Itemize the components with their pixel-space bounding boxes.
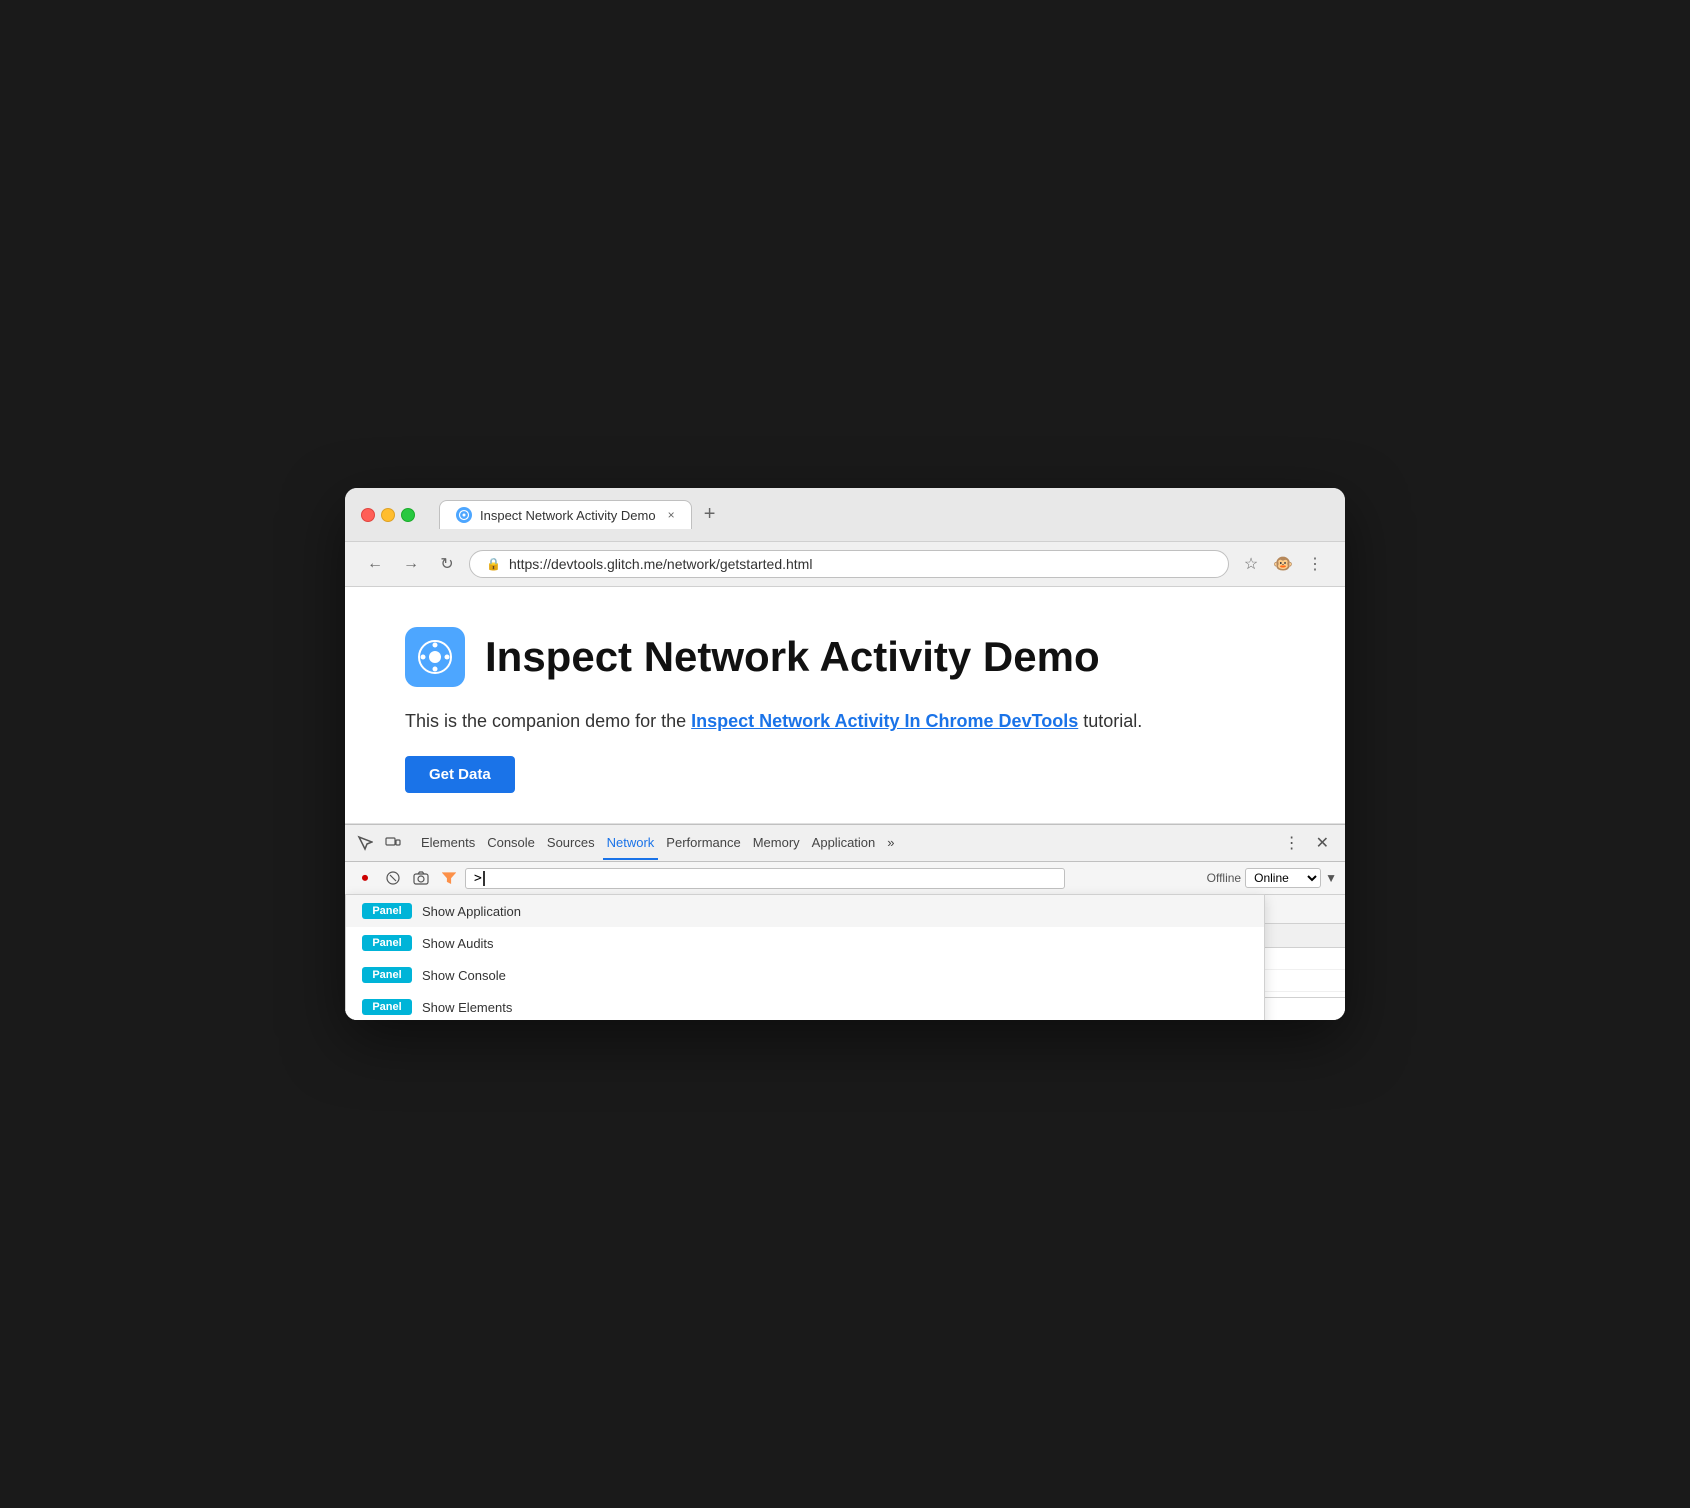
page-content: Inspect Network Activity Demo This is th… [345, 587, 1345, 824]
badge-1: Panel [362, 935, 412, 951]
tab-memory[interactable]: Memory [749, 827, 804, 860]
filter-icon[interactable] [437, 866, 461, 890]
back-button[interactable]: ← [361, 550, 389, 578]
throttle-arrow: ▼ [1325, 871, 1337, 885]
badge-3: Panel [362, 999, 412, 1015]
autocomplete-label-3: Show Elements [422, 1000, 512, 1015]
tab-bar: Inspect Network Activity Demo × + [439, 500, 724, 529]
autocomplete-dropdown: Panel Show Application Panel Show Audits… [345, 894, 1265, 1020]
address-bar: ← → ↻ 🔒 https://devtools.glitch.me/netwo… [345, 542, 1345, 587]
clear-button[interactable] [381, 866, 405, 890]
maximize-window-button[interactable] [401, 508, 415, 522]
page-description: This is the companion demo for the Inspe… [405, 711, 1285, 732]
forward-button[interactable]: → [397, 550, 425, 578]
autocomplete-label-0: Show Application [422, 904, 521, 919]
get-data-button[interactable]: Get Data [405, 756, 515, 793]
console-input[interactable]: > [465, 868, 1065, 889]
close-window-button[interactable] [361, 508, 375, 522]
autocomplete-label-2: Show Console [422, 968, 506, 983]
url-domain: devtools.glitch.me [551, 556, 663, 572]
minimize-window-button[interactable] [381, 508, 395, 522]
description-end: tutorial. [1078, 711, 1142, 731]
new-tab-button[interactable]: + [696, 501, 724, 529]
tab-title: Inspect Network Activity Demo [480, 508, 656, 523]
glitch-logo [405, 627, 465, 687]
camera-button[interactable] [409, 866, 433, 890]
title-bar: Inspect Network Activity Demo × + [345, 488, 1345, 542]
autocomplete-item-2[interactable]: Panel Show Console [346, 959, 1264, 991]
devtools-more-button[interactable]: ⋮ [1276, 825, 1308, 861]
autocomplete-label-1: Show Audits [422, 936, 494, 951]
devtools-close-button[interactable]: ✕ [1308, 825, 1337, 861]
tab-console[interactable]: Console [483, 827, 539, 860]
device-toolbar-icon[interactable] [381, 831, 405, 855]
more-options-button[interactable]: ⋮ [1301, 550, 1329, 578]
devtools-icons [353, 831, 405, 855]
lock-icon: 🔒 [486, 557, 501, 571]
tab-favicon [456, 507, 472, 523]
network-toolbar: ⏺ > [345, 862, 1345, 895]
url-prefix: https:// [509, 556, 551, 572]
tab-close-button[interactable]: × [668, 508, 675, 522]
tab-elements[interactable]: Elements [417, 827, 479, 860]
autocomplete-item-3[interactable]: Panel Show Elements [346, 991, 1264, 1020]
devtools-link[interactable]: Inspect Network Activity In Chrome DevTo… [691, 711, 1078, 731]
url-text: https://devtools.glitch.me/network/getst… [509, 556, 813, 572]
page-title: Inspect Network Activity Demo [485, 634, 1100, 680]
tab-application[interactable]: Application [808, 827, 880, 860]
devtools-tab-bar: Elements Console Sources Network Perform… [345, 825, 1345, 862]
tab-performance[interactable]: Performance [662, 827, 744, 860]
bookmark-button[interactable]: ☆ [1237, 550, 1265, 578]
network-right: Offline Online Offline Slow 3G Fast 3G ▼ [1207, 868, 1337, 888]
offline-label: Offline [1207, 871, 1241, 885]
throttle-select[interactable]: Online Offline Slow 3G Fast 3G [1245, 868, 1321, 888]
active-tab[interactable]: Inspect Network Activity Demo × [439, 500, 692, 529]
traffic-lights [361, 508, 415, 522]
tab-network[interactable]: Network [603, 827, 659, 860]
devtools-panel: Elements Console Sources Network Perform… [345, 824, 1345, 1020]
autocomplete-item-1[interactable]: Panel Show Audits [346, 927, 1264, 959]
badge-2: Panel [362, 967, 412, 983]
record-button[interactable]: ⏺ [353, 866, 377, 890]
autocomplete-item-0[interactable]: Panel Show Application [346, 895, 1264, 927]
toolbar-right: ☆ 🐵 ⋮ [1237, 550, 1329, 578]
browser-window: Inspect Network Activity Demo × + ← → ↻ … [345, 488, 1345, 1020]
tab-sources[interactable]: Sources [543, 827, 599, 860]
description-start: This is the companion demo for the [405, 711, 691, 731]
tab-more-panels[interactable]: » [883, 827, 898, 860]
avatar-button[interactable]: 🐵 [1269, 550, 1297, 578]
url-path: /network/getstarted.html [663, 556, 812, 572]
page-header: Inspect Network Activity Demo [405, 627, 1285, 687]
inspect-element-icon[interactable] [353, 831, 377, 855]
badge-0: Panel [362, 903, 412, 919]
refresh-button[interactable]: ↻ [433, 550, 461, 578]
url-bar[interactable]: 🔒 https://devtools.glitch.me/network/get… [469, 550, 1229, 578]
